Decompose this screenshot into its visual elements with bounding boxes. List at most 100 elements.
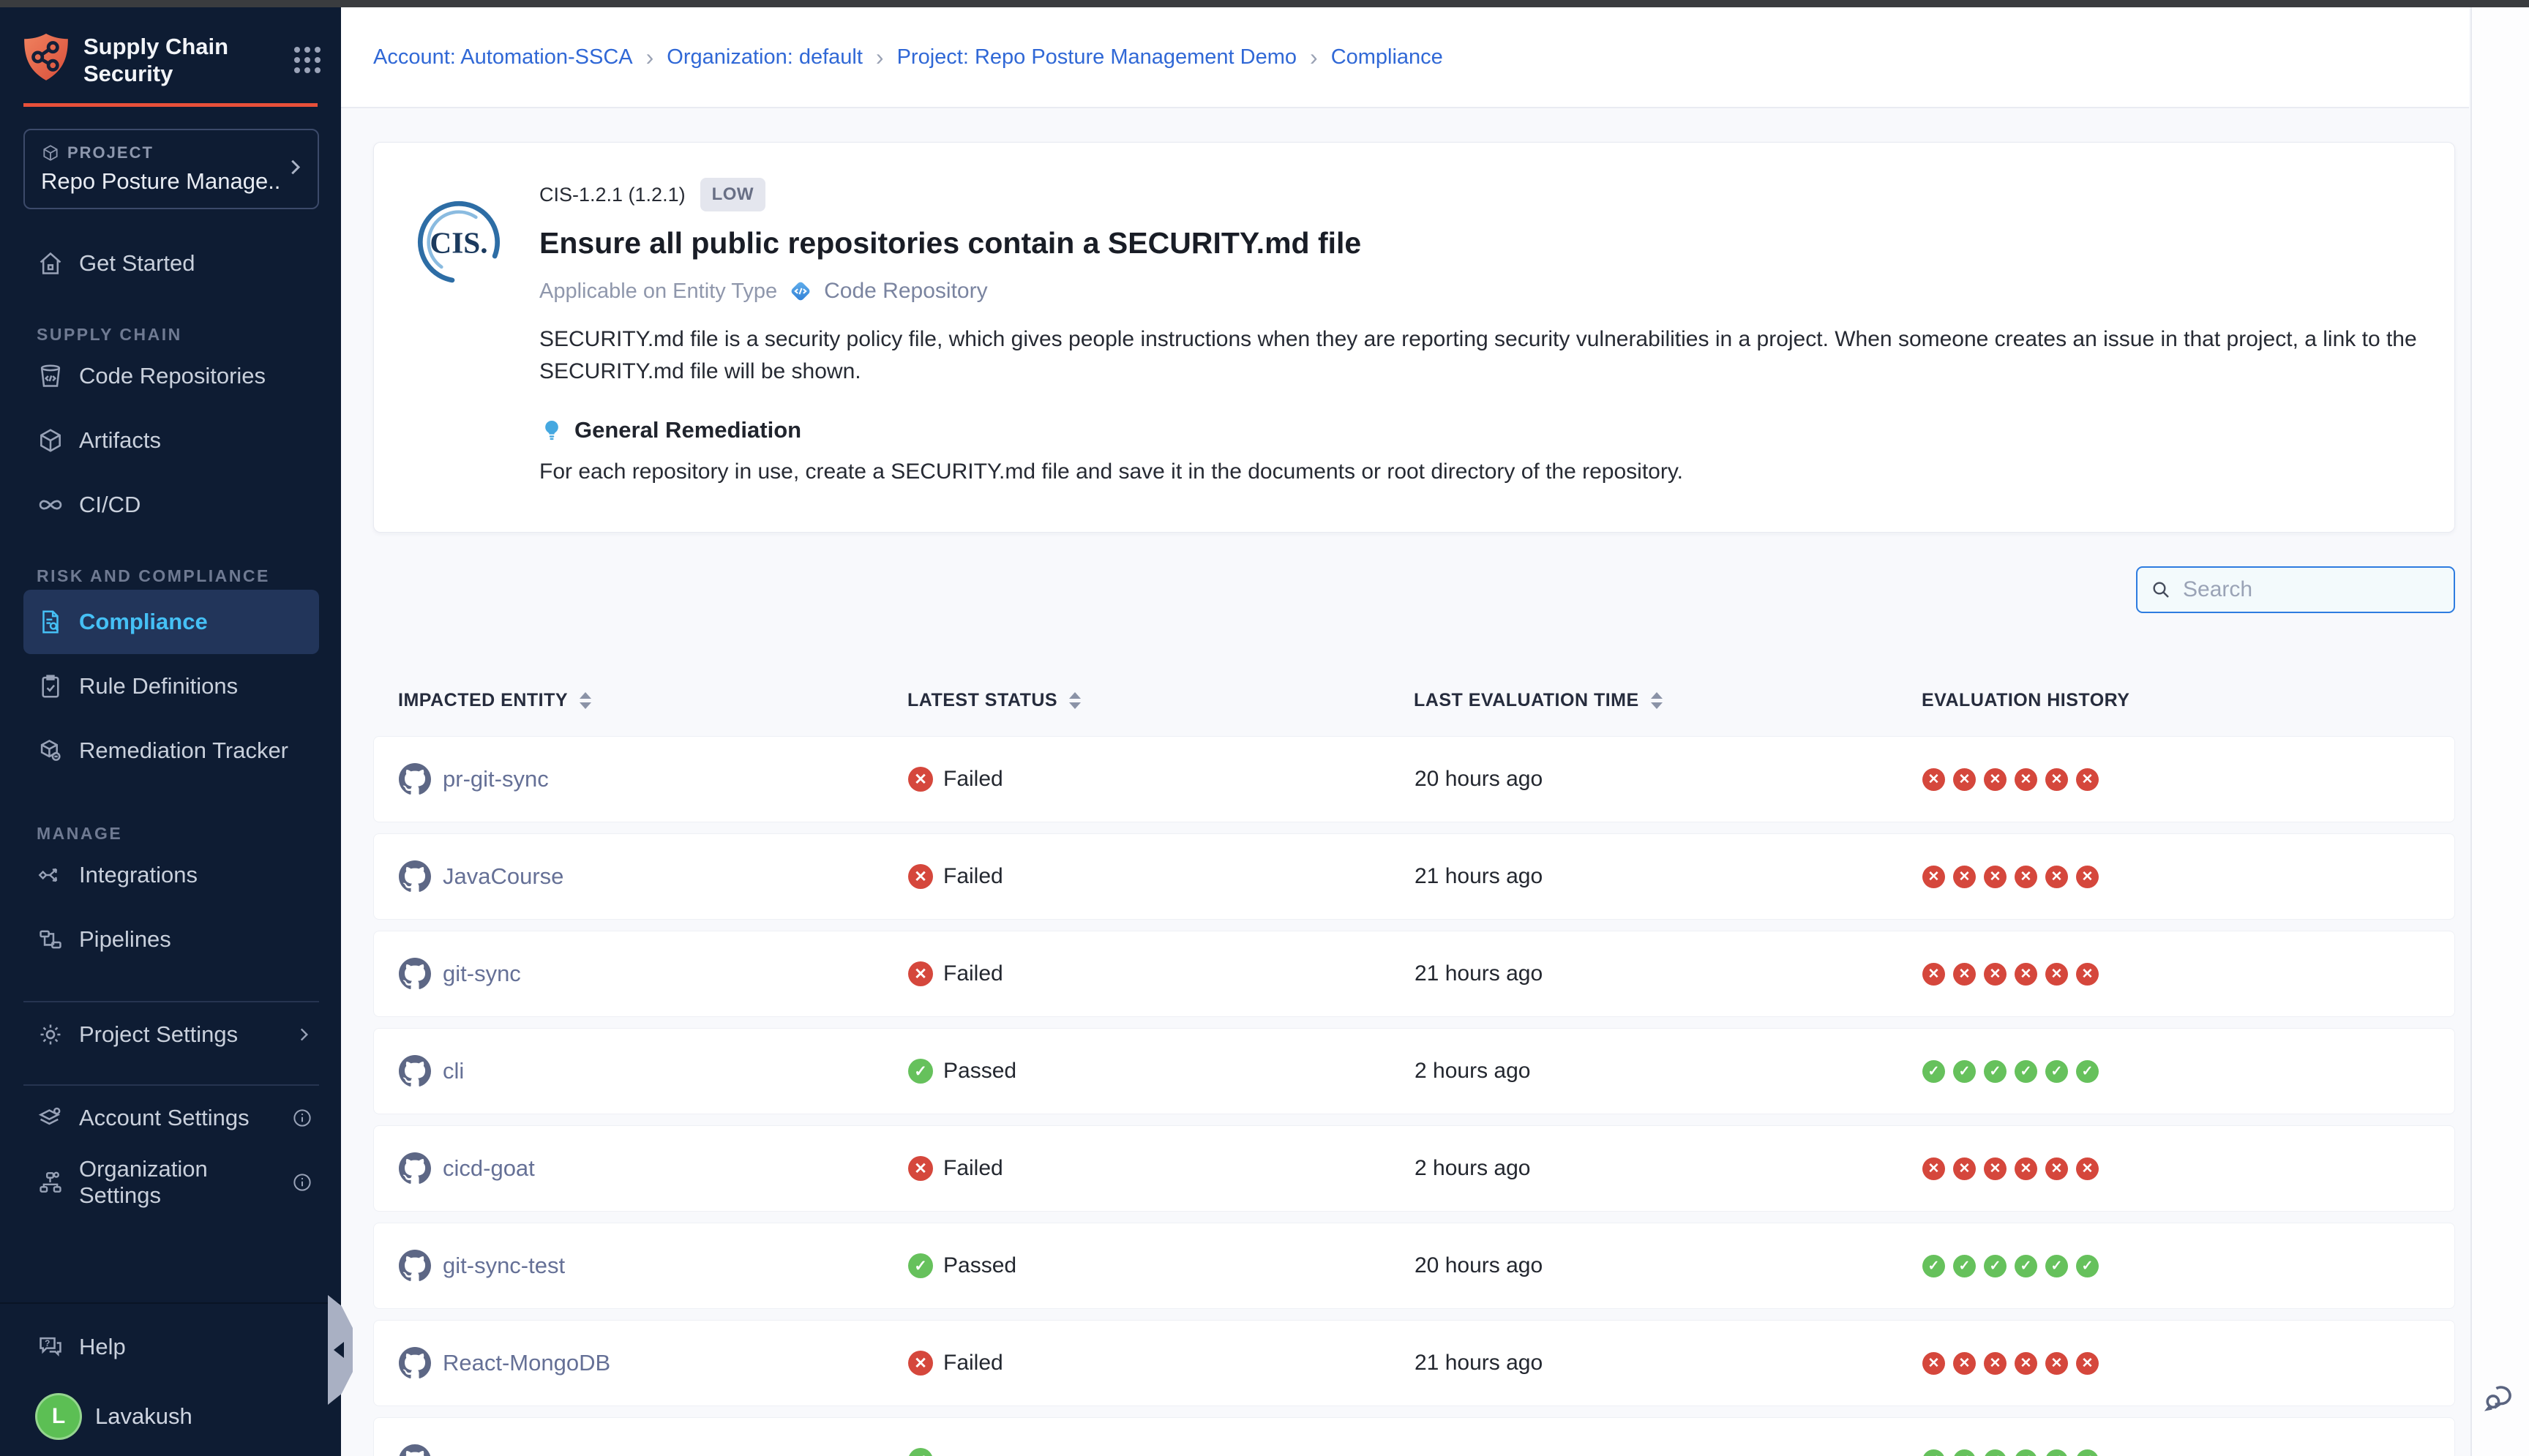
status-icon: ✕ <box>908 961 933 986</box>
sidebar-item-artifacts[interactable]: Artifacts <box>0 408 341 473</box>
history-pass-icon: ✓ <box>2015 1449 2037 1456</box>
table-row[interactable]: pr-git-sync ✕Failed 20 hours ago ✕✕✕✕✕✕ <box>373 736 2455 822</box>
entity-name[interactable]: cicd-goat <box>443 1155 535 1182</box>
info-icon[interactable] <box>291 1171 313 1193</box>
github-icon <box>399 860 431 893</box>
section-manage: MANAGE <box>37 824 341 843</box>
breadcrumb-compliance[interactable]: Compliance <box>1331 45 1443 70</box>
history-fail-icon: ✕ <box>2015 768 2037 791</box>
breadcrumb-organization[interactable]: Organization: default <box>667 45 863 70</box>
history-pass-icon: ✓ <box>1953 1255 1976 1277</box>
section-risk-and-compliance: RISK AND COMPLIANCE <box>37 566 341 585</box>
column-header-evaluation-history: EVALUATION HISTORY <box>1922 690 2455 711</box>
window-top-strip <box>0 0 2529 7</box>
history-pass-icon: ✓ <box>1922 1255 1945 1277</box>
table-row[interactable]: React-MongoDB ✕ Failed 21 hours ago ✕✕✕✕✕… <box>373 1320 2455 1406</box>
entity-name[interactable]: git-sync-test <box>443 1253 565 1279</box>
sidebar-item-label: Account Settings <box>79 1105 250 1131</box>
history-fail-icon: ✕ <box>2045 768 2068 791</box>
status-label: Failed <box>943 1156 1003 1181</box>
sidebar-item-label: Remediation Tracker <box>79 738 288 764</box>
help-label: Help <box>79 1334 126 1360</box>
history-fail-icon: ✕ <box>1953 866 1976 888</box>
sidebar-item-code-repositories[interactable]: Code Repositories <box>0 344 341 408</box>
integrations-icon <box>37 861 64 889</box>
sidebar-item-integrations[interactable]: Integrations <box>0 843 341 907</box>
sidebar-item-compliance[interactable]: Compliance <box>23 590 319 654</box>
code-repository-icon <box>787 278 814 304</box>
github-icon <box>399 1152 431 1185</box>
sidebar-item-label: CI/CD <box>79 492 140 518</box>
entity-name[interactable]: pr-git-sync <box>443 766 549 792</box>
infinity-icon <box>37 491 64 519</box>
sort-icon[interactable] <box>1651 692 1663 709</box>
sidebar-item-account-settings[interactable]: Account Settings <box>0 1086 341 1150</box>
entity-name[interactable]: git-sync <box>443 961 521 987</box>
entity-name[interactable]: cli <box>443 1058 464 1084</box>
breadcrumb-account[interactable]: Account: Automation-SSCA <box>373 45 633 70</box>
history-pass-icon: ✓ <box>2076 1255 2099 1277</box>
lightbulb-icon <box>539 418 564 443</box>
github-icon <box>399 1444 431 1456</box>
evaluation-history: ✕✕✕✕✕✕ <box>1922 963 2454 986</box>
table-row[interactable]: git-sync ✕Failed 21 hours ago ✕✕✕✕✕✕ <box>373 931 2455 1017</box>
sidebar-item-label: Code Repositories <box>79 363 266 389</box>
chevron-right-icon <box>294 1025 313 1044</box>
sidebar-item-cicd[interactable]: CI/CD <box>0 473 341 537</box>
entity-type-value[interactable]: Code Repository <box>824 279 987 304</box>
status-label: Failed <box>943 961 1003 986</box>
status-label: Failed <box>943 767 1003 792</box>
sidebar-item-label: Get Started <box>79 250 195 277</box>
column-header-impacted-entity: IMPACTED ENTITY <box>398 690 907 711</box>
sidebar-item-pipelines[interactable]: Pipelines <box>0 907 341 972</box>
compliance-document-icon <box>37 608 64 636</box>
evaluation-history: ✕✕✕✕✕✕ <box>1922 1352 2454 1375</box>
sidebar-item-label: Artifacts <box>79 427 161 454</box>
info-icon[interactable] <box>291 1107 313 1129</box>
history-fail-icon: ✕ <box>1922 1352 1945 1375</box>
sidebar-item-remediation-tracker[interactable]: Remediation Tracker <box>0 718 341 783</box>
table-row[interactable]: JavaCourse ✕Failed 21 hours ago ✕✕✕✕✕✕ <box>373 833 2455 920</box>
breadcrumb-project[interactable]: Project: Repo Posture Management Demo <box>897 45 1297 70</box>
entity-name[interactable]: React-MongoDB <box>443 1350 610 1376</box>
help-button[interactable]: ? Help <box>0 1321 341 1373</box>
home-icon <box>37 249 64 277</box>
org-hierarchy-gear-icon <box>37 1168 64 1196</box>
history-pass-icon: ✓ <box>2045 1060 2068 1083</box>
history-fail-icon: ✕ <box>1922 1157 1945 1180</box>
content-scroll-area[interactable]: Account: Automation-SSCA Organization: d… <box>341 7 2469 1456</box>
sidebar-item-organization-settings[interactable]: Organization Settings <box>0 1150 341 1215</box>
table-header: IMPACTED ENTITY LATEST STATUS LAST EVALU… <box>373 683 2455 717</box>
github-icon <box>399 1250 431 1282</box>
history-fail-icon: ✕ <box>1953 963 1976 986</box>
search-input[interactable] <box>2183 577 2465 602</box>
sidebar-item-get-started[interactable]: Get Started <box>0 231 341 296</box>
evaluation-time: 21 hours ago <box>1415 1351 1922 1376</box>
layers-gear-icon <box>37 1104 64 1132</box>
help-chat-icon: ? <box>37 1333 64 1361</box>
history-pass-icon: ✓ <box>1922 1060 1945 1083</box>
entity-name[interactable]: JavaCourse <box>443 863 563 890</box>
status-label: Failed <box>943 1351 1003 1376</box>
sidebar-item-rule-definitions[interactable]: Rule Definitions <box>0 654 341 718</box>
user-avatar[interactable]: L <box>35 1393 82 1440</box>
section-supply-chain: SUPPLY CHAIN <box>37 325 341 344</box>
table-row[interactable]: git-sync-test ✓Passed 20 hours ago ✓✓✓✓✓… <box>373 1223 2455 1309</box>
sort-icon[interactable] <box>580 692 591 709</box>
evaluation-history: ✕✕✕✕✕✕ <box>1922 866 2454 888</box>
app-title: Supply Chain Security <box>83 33 252 87</box>
chat-widget-button[interactable] <box>2481 1378 2520 1421</box>
table-row[interactable]: cli ✓Passed 2 hours ago ✓✓✓✓✓✓ <box>373 1028 2455 1114</box>
table-row[interactable]: cicd-goat ✕Failed 2 hours ago ✕✕✕✕✕✕ <box>373 1125 2455 1212</box>
sidebar-item-project-settings[interactable]: Project Settings <box>0 1002 341 1067</box>
sort-icon[interactable] <box>1069 692 1081 709</box>
evaluation-time: 20 hours ago <box>1415 767 1922 792</box>
table-row[interactable]: ✓ ✓✓✓✓✓✓ <box>373 1417 2455 1456</box>
history-pass-icon: ✓ <box>2076 1449 2099 1456</box>
apps-grid-icon[interactable] <box>294 47 321 73</box>
remediation-cube-wrench-icon <box>37 737 64 765</box>
user-menu[interactable]: L Lavakush <box>0 1393 341 1440</box>
project-selector[interactable]: PROJECT Repo Posture Manage... <box>23 129 319 209</box>
evaluation-time: 21 hours ago <box>1415 864 1922 889</box>
clipboard-check-icon <box>37 672 64 700</box>
